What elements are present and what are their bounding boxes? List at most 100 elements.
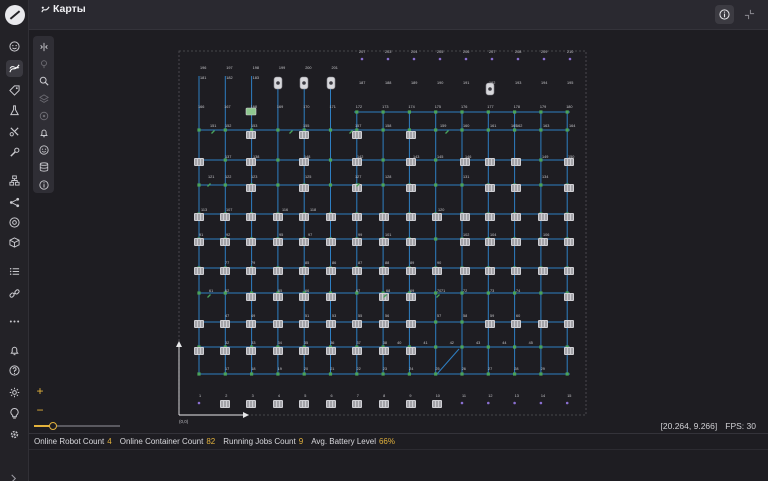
container[interactable] [326, 400, 336, 408]
container[interactable] [299, 158, 309, 166]
container[interactable] [299, 267, 309, 275]
container[interactable] [406, 293, 416, 301]
nav-smile[interactable] [6, 38, 23, 55]
nav-hierarchy[interactable] [6, 172, 23, 189]
container[interactable] [379, 347, 389, 355]
container[interactable] [511, 238, 521, 246]
container[interactable] [485, 238, 495, 246]
map-tool-circle[interactable] [35, 108, 52, 124]
container[interactable] [246, 213, 256, 221]
container[interactable] [485, 184, 495, 192]
container[interactable] [273, 320, 283, 328]
container[interactable] [220, 267, 230, 275]
container[interactable] [220, 238, 230, 246]
container[interactable] [299, 184, 309, 192]
container[interactable] [511, 267, 521, 275]
container[interactable] [406, 213, 416, 221]
container[interactable] [352, 320, 362, 328]
nav-settings[interactable] [6, 384, 23, 401]
container[interactable] [326, 293, 336, 301]
container[interactable] [460, 158, 470, 166]
container[interactable] [246, 320, 256, 328]
container[interactable] [352, 131, 362, 139]
container[interactable] [273, 267, 283, 275]
container[interactable] [194, 320, 204, 328]
container[interactable] [273, 238, 283, 246]
container[interactable] [485, 213, 495, 221]
container[interactable] [299, 131, 309, 139]
container[interactable] [352, 347, 362, 355]
nav-flask[interactable] [6, 102, 23, 119]
map-tool-pin[interactable] [35, 56, 52, 72]
container[interactable] [246, 347, 256, 355]
container[interactable] [538, 267, 548, 275]
container[interactable] [246, 400, 256, 408]
nav-cube[interactable] [6, 234, 23, 251]
container[interactable] [485, 267, 495, 275]
nav-target[interactable] [6, 214, 23, 231]
container[interactable] [460, 238, 470, 246]
container[interactable] [246, 267, 256, 275]
nav-wrench[interactable] [6, 144, 23, 161]
map-tool-bell[interactable] [35, 125, 52, 141]
map-canvas[interactable]: (0,0) 207 203 204 205 206 207 208 209 210 196 197 19… [29, 31, 768, 433]
zoom-slider-thumb[interactable] [48, 422, 57, 430]
nav-tag[interactable] [6, 82, 23, 99]
container[interactable] [246, 158, 256, 166]
container[interactable] [511, 184, 521, 192]
container[interactable] [406, 238, 416, 246]
container[interactable] [538, 238, 548, 246]
container[interactable] [326, 267, 336, 275]
nav-list[interactable] [6, 263, 23, 280]
container[interactable] [406, 131, 416, 139]
container[interactable] [326, 320, 336, 328]
container[interactable] [194, 267, 204, 275]
container[interactable] [220, 400, 230, 408]
container[interactable] [299, 320, 309, 328]
container[interactable] [511, 213, 521, 221]
nav-share[interactable] [6, 194, 23, 211]
info-button[interactable] [715, 5, 734, 24]
container[interactable] [379, 213, 389, 221]
map-tool-info[interactable] [35, 177, 52, 193]
container[interactable] [299, 213, 309, 221]
container[interactable] [220, 213, 230, 221]
map-tool-swap[interactable] [35, 39, 52, 55]
nav-help[interactable] [6, 362, 23, 379]
container[interactable] [432, 267, 442, 275]
nav-link[interactable] [6, 285, 23, 302]
nav-route[interactable] [6, 60, 23, 77]
container[interactable] [485, 158, 495, 166]
container[interactable] [299, 400, 309, 408]
map-tool-layers[interactable] [35, 91, 52, 107]
container[interactable] [273, 400, 283, 408]
container[interactable] [246, 293, 256, 301]
container[interactable] [406, 320, 416, 328]
container[interactable] [406, 347, 416, 355]
container[interactable] [379, 238, 389, 246]
container[interactable] [379, 400, 389, 408]
map-tool-smile[interactable] [35, 142, 52, 158]
container[interactable] [564, 347, 574, 355]
container[interactable] [326, 347, 336, 355]
container[interactable] [273, 213, 283, 221]
container[interactable] [273, 347, 283, 355]
expand-sidebar-icon[interactable] [9, 470, 18, 481]
container[interactable] [485, 320, 495, 328]
container[interactable] [564, 238, 574, 246]
container[interactable] [246, 238, 256, 246]
container[interactable] [564, 158, 574, 166]
container[interactable] [564, 213, 574, 221]
map-tool-database[interactable] [35, 159, 52, 175]
container[interactable] [564, 267, 574, 275]
container[interactable] [511, 158, 521, 166]
nav-gear[interactable] [6, 426, 23, 443]
nav-more[interactable] [6, 313, 23, 330]
container[interactable] [352, 213, 362, 221]
container[interactable] [352, 400, 362, 408]
container[interactable] [326, 238, 336, 246]
warehouse-map[interactable]: (0,0)207 203 204 205 206 207 208 209 210196 197 19… [29, 31, 768, 433]
container[interactable] [220, 320, 230, 328]
container[interactable] [194, 213, 204, 221]
container[interactable] [299, 238, 309, 246]
